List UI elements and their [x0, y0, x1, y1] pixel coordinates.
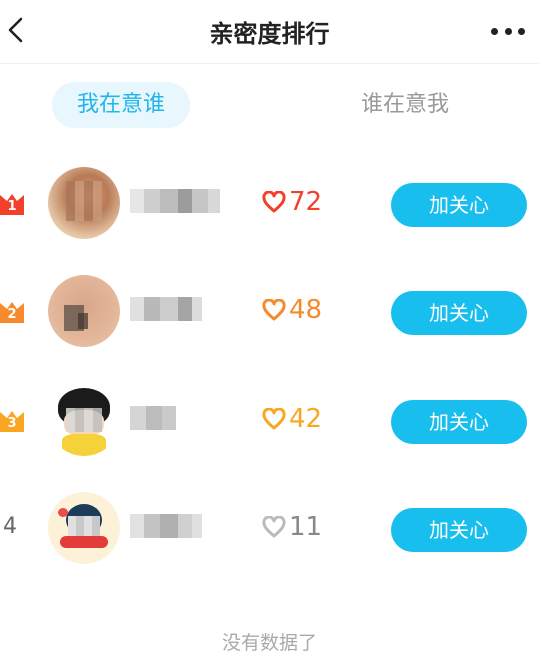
intimacy-score: 42	[262, 404, 322, 434]
no-more-data-text: 没有数据了	[221, 632, 317, 654]
heart-icon	[262, 299, 286, 321]
avatar[interactable]	[48, 384, 120, 456]
rank-crown-badge: 3	[0, 408, 30, 434]
more-dots-icon[interactable]	[491, 25, 525, 37]
rank-number: 3	[7, 416, 17, 431]
rank-crown-badge: 1	[0, 191, 30, 217]
intimacy-score: 48	[262, 295, 322, 325]
intimacy-score: 11	[262, 512, 322, 542]
header-divider	[0, 63, 539, 64]
intimacy-score: 72	[262, 187, 322, 217]
rank-crown-badge: 2	[0, 299, 30, 325]
add-care-button[interactable]: 加关心	[391, 508, 527, 552]
rank-number: 1	[7, 199, 17, 214]
nickname-blurred	[130, 189, 220, 213]
nav-bar: 亲密度排行	[0, 0, 539, 62]
add-care-button[interactable]: 加关心	[391, 400, 527, 444]
tab-i-care-about[interactable]: 我在意谁	[52, 82, 190, 128]
nickname-blurred	[130, 406, 176, 430]
add-care-button[interactable]: 加关心	[391, 291, 527, 335]
nickname-blurred	[130, 514, 202, 538]
list-item: 4 11 加关心	[0, 490, 539, 570]
avatar[interactable]	[48, 167, 120, 239]
list-item: 2 48 加关心	[0, 273, 539, 353]
page-title: 亲密度排行	[209, 20, 330, 48]
list-item: 1 72 加关心	[0, 165, 539, 245]
heart-icon	[262, 516, 286, 538]
heart-icon	[262, 191, 286, 213]
avatar[interactable]	[48, 275, 120, 347]
add-care-button[interactable]: 加关心	[391, 183, 527, 227]
heart-icon	[262, 408, 286, 430]
rank-number: 2	[7, 307, 17, 322]
tab-cares-about-me[interactable]: 谁在意我	[336, 82, 474, 128]
list-item: 3 42 加关心	[0, 382, 539, 462]
avatar[interactable]	[48, 492, 120, 564]
nickname-blurred	[130, 297, 202, 321]
rank-number: 4	[3, 514, 17, 539]
